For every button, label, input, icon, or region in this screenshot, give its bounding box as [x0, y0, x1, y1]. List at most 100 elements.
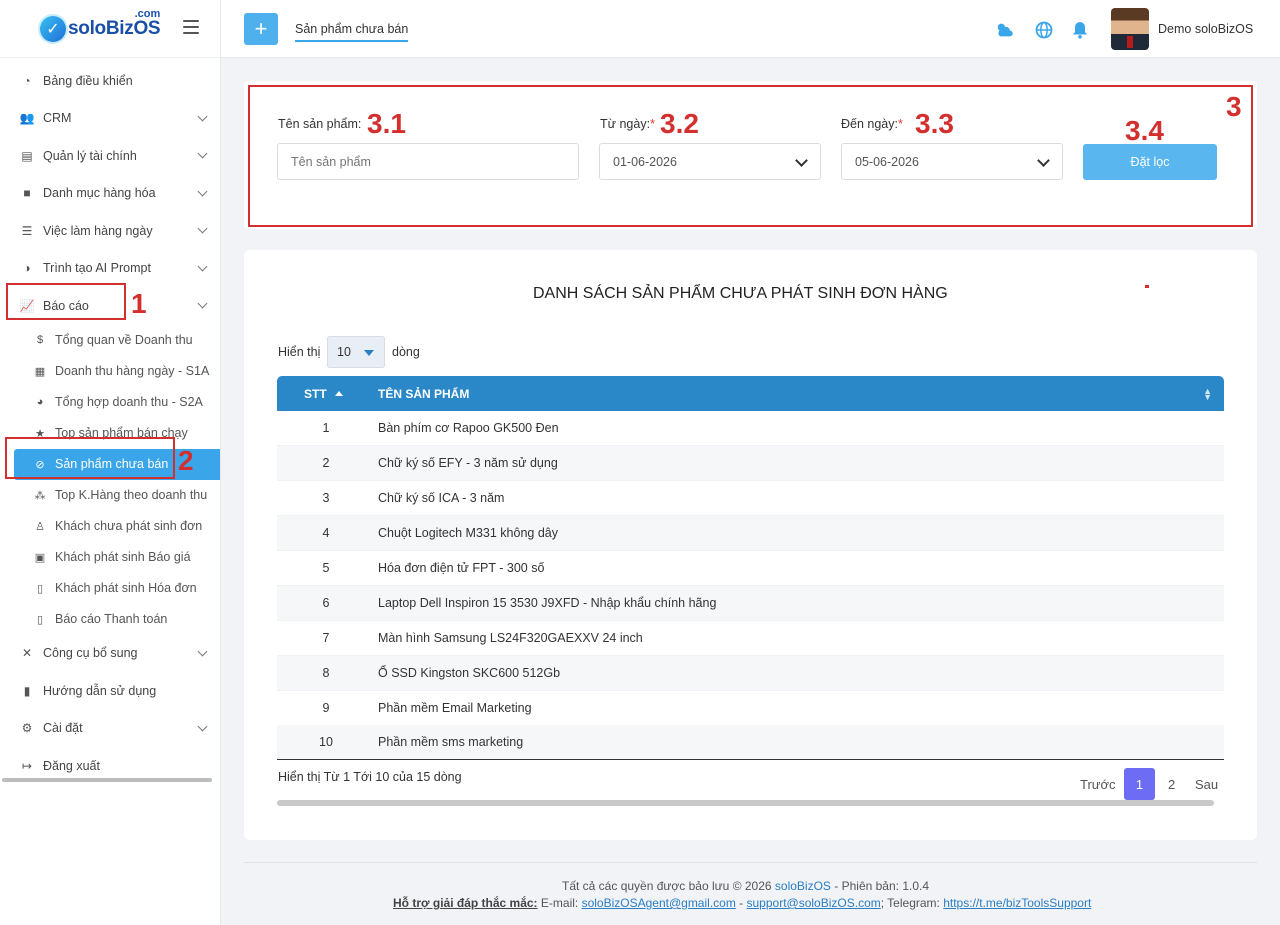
from-date-select[interactable]: 01-06-2026	[599, 143, 821, 180]
table-row[interactable]: 8 Ổ SSD Kingston SKC600 512Gb	[277, 656, 1224, 691]
annotation-label-3-4: 3.4	[1125, 115, 1164, 146]
telegram-link[interactable]: https://t.me/bizToolsSupport	[943, 896, 1091, 910]
cell-name: Chữ ký số ICA - 3 năm	[378, 491, 505, 505]
globe-icon[interactable]	[1034, 20, 1054, 40]
sub-item-payment-report[interactable]: ▯ Báo cáo Thanh toán	[0, 604, 220, 635]
pagination-page-1[interactable]: 1	[1124, 768, 1155, 800]
cell-stt: 6	[322, 596, 330, 610]
page-size-select[interactable]: 10	[327, 336, 385, 368]
tab-unsold-products[interactable]: Sản phẩm chưa bán	[295, 22, 409, 42]
apply-filter-button[interactable]: Đặt lọc	[1083, 144, 1217, 180]
annotation-label-2: 2	[178, 445, 194, 476]
sub-item-label: Sản phẩm chưa bán	[55, 457, 169, 471]
finance-icon: ▤	[21, 148, 33, 163]
pagination-next-button[interactable]: Sau	[1195, 777, 1218, 792]
cell-stt: 3	[322, 491, 330, 505]
annotation-dot	[1145, 285, 1149, 288]
reports-submenu: $ Tổng quan về Doanh thu ▦ Doanh thu hàn…	[0, 325, 220, 635]
table-row[interactable]: 5 Hóa đơn điện tử FPT - 300 số	[277, 551, 1224, 586]
sidebar-scrollbar[interactable]	[2, 778, 212, 782]
table-row[interactable]: 6 Laptop Dell Inspiron 15 3530 J9XFD - Nh…	[277, 586, 1224, 621]
sub-item-label: Tổng quan về Doanh thu	[55, 333, 193, 347]
sidebar-item-label: Việc làm hàng ngày	[43, 223, 153, 238]
user-clock-icon: ♙	[35, 520, 45, 533]
app-logo[interactable]: ✓ soloBizOS .com	[40, 8, 161, 42]
annotation-label-1: 1	[131, 288, 147, 319]
sidebar-item-products[interactable]: ■ Danh mục hàng hóa	[0, 175, 220, 213]
sidebar-item-reports[interactable]: 📈 Báo cáo	[0, 287, 220, 325]
column-header-name[interactable]: TÊN SẢN PHẨM	[378, 387, 469, 401]
sidebar-item-daily-tasks[interactable]: ☰ Việc làm hàng ngày	[0, 212, 220, 250]
sub-item-top-customers[interactable]: ⁂ Top K.Hàng theo doanh thu	[0, 480, 220, 511]
product-name-input[interactable]	[277, 143, 579, 180]
cell-name: Bàn phím cơ Rapoo GK500 Đen	[378, 421, 559, 435]
table-row[interactable]: 3 Chữ ký số ICA - 3 năm	[277, 481, 1224, 516]
book-icon: ▮	[23, 683, 31, 698]
sidebar-item-label: Đăng xuất	[43, 758, 100, 773]
sub-item-label: Báo cáo Thanh toán	[55, 612, 168, 626]
logo-row: ✓ soloBizOS .com	[0, 0, 220, 58]
sub-item-customers-no-orders[interactable]: ♙ Khách chưa phát sinh đơn	[0, 511, 220, 542]
sidebar-item-label: Báo cáo	[43, 298, 89, 313]
sidebar-item-label: Công cụ bổ sung	[43, 646, 138, 661]
sub-item-daily-revenue[interactable]: ▦ Doanh thu hàng ngày - S1A	[0, 356, 220, 387]
file-icon: ▯	[36, 613, 44, 626]
table-horizontal-scrollbar[interactable]	[277, 800, 1214, 806]
sub-item-label: Top K.Hàng theo doanh thu	[55, 488, 208, 502]
pagination-page-2[interactable]: 2	[1168, 777, 1175, 792]
star-icon: ★	[35, 427, 45, 440]
sub-item-label: Top sản phẩm bán chạy	[55, 426, 188, 440]
hamburger-menu-icon[interactable]	[183, 20, 199, 34]
sidebar-item-label: Trình tạo AI Prompt	[43, 261, 151, 276]
sidebar-item-settings[interactable]: ⚙ Cài đặt	[0, 710, 220, 748]
table-row[interactable]: 2 Chữ ký số EFY - 3 năm sử dụng	[277, 446, 1224, 481]
sidebar-item-label: Cài đặt	[43, 721, 83, 736]
checklist-icon: ☰	[21, 223, 33, 238]
to-date-select[interactable]: 05-06-2026	[841, 143, 1063, 180]
logo-check-icon: ✓	[40, 15, 66, 42]
support-email-2-link[interactable]: support@soloBizOS.com	[747, 896, 881, 910]
footer-brand-link[interactable]: soloBizOS	[775, 879, 831, 893]
sidebar-item-dashboard[interactable]: ◔ Bảng điều khiển	[0, 62, 220, 100]
sub-item-top-products[interactable]: ★ Top sản phẩm bán chạy	[0, 418, 220, 449]
show-suffix: dòng	[392, 345, 420, 359]
sub-item-revenue-summary[interactable]: ◕ Tổng hợp doanh thu - S2A	[0, 387, 220, 418]
sidebar-item-guide[interactable]: ▮ Hướng dẫn sử dụng	[0, 672, 220, 710]
table-row[interactable]: 4 Chuột Logitech M331 không dây	[277, 516, 1224, 551]
sidebar-item-ai-prompt[interactable]: ◑ Trình tạo AI Prompt	[0, 250, 220, 288]
bell-icon[interactable]	[1070, 20, 1090, 40]
cell-stt: 1	[322, 421, 330, 435]
support-email-1-link[interactable]: soloBizOSAgent@gmail.com	[582, 896, 736, 910]
sidebar-item-label: Hướng dẫn sử dụng	[43, 683, 157, 698]
sub-item-label: Khách chưa phát sinh đơn	[55, 519, 203, 533]
weather-icon[interactable]	[995, 20, 1015, 40]
table-row[interactable]: 1 Bàn phím cơ Rapoo GK500 Đen	[277, 411, 1224, 446]
table-row[interactable]: 10 Phần mềm sms marketing	[277, 725, 1224, 760]
chevron-down-icon	[197, 721, 208, 731]
footer-divider	[244, 862, 1257, 863]
chevron-down-icon	[197, 298, 208, 309]
chevron-down-icon	[197, 148, 208, 159]
sub-item-customers-invoices[interactable]: ▯ Khách phát sinh Hóa đơn	[0, 573, 220, 604]
username[interactable]: Demo soloBizOS	[1158, 22, 1253, 36]
caret-down-icon	[364, 350, 374, 356]
list-title: DANH SÁCH SẢN PHẨM CHƯA PHÁT SINH ĐƠN HÀ…	[533, 285, 948, 302]
sidebar-item-tools[interactable]: ✕ Công cụ bổ sung	[0, 635, 220, 673]
column-header-stt[interactable]: STT	[304, 387, 327, 401]
sidebar-item-crm[interactable]: 👥 CRM	[0, 100, 220, 138]
chevron-down-icon	[197, 186, 208, 196]
table-row[interactable]: 9 Phần mềm Email Marketing	[277, 691, 1224, 726]
add-button[interactable]: +	[244, 13, 278, 45]
chevron-down-icon	[197, 111, 208, 121]
pagination-prev-button[interactable]: Trước	[1080, 777, 1116, 792]
sort-icon[interactable]: ▲ ▼	[1203, 387, 1212, 402]
chevron-down-icon	[1037, 154, 1050, 167]
cell-name: Hóa đơn điện tử FPT - 300 số	[378, 561, 545, 575]
avatar[interactable]	[1111, 8, 1149, 50]
sub-item-revenue-overview[interactable]: $ Tổng quan về Doanh thu	[0, 325, 220, 356]
annotation-label-3-1: 3.1	[367, 108, 406, 139]
sub-item-customers-quotes[interactable]: ▣ Khách phát sinh Báo giá	[0, 542, 220, 573]
table-row[interactable]: 7 Màn hình Samsung LS24F320GAEXXV 24 inch	[277, 621, 1224, 656]
sidebar-item-finance[interactable]: ▤ Quản lý tài chính	[0, 137, 220, 175]
tools-icon: ✕	[21, 646, 33, 661]
